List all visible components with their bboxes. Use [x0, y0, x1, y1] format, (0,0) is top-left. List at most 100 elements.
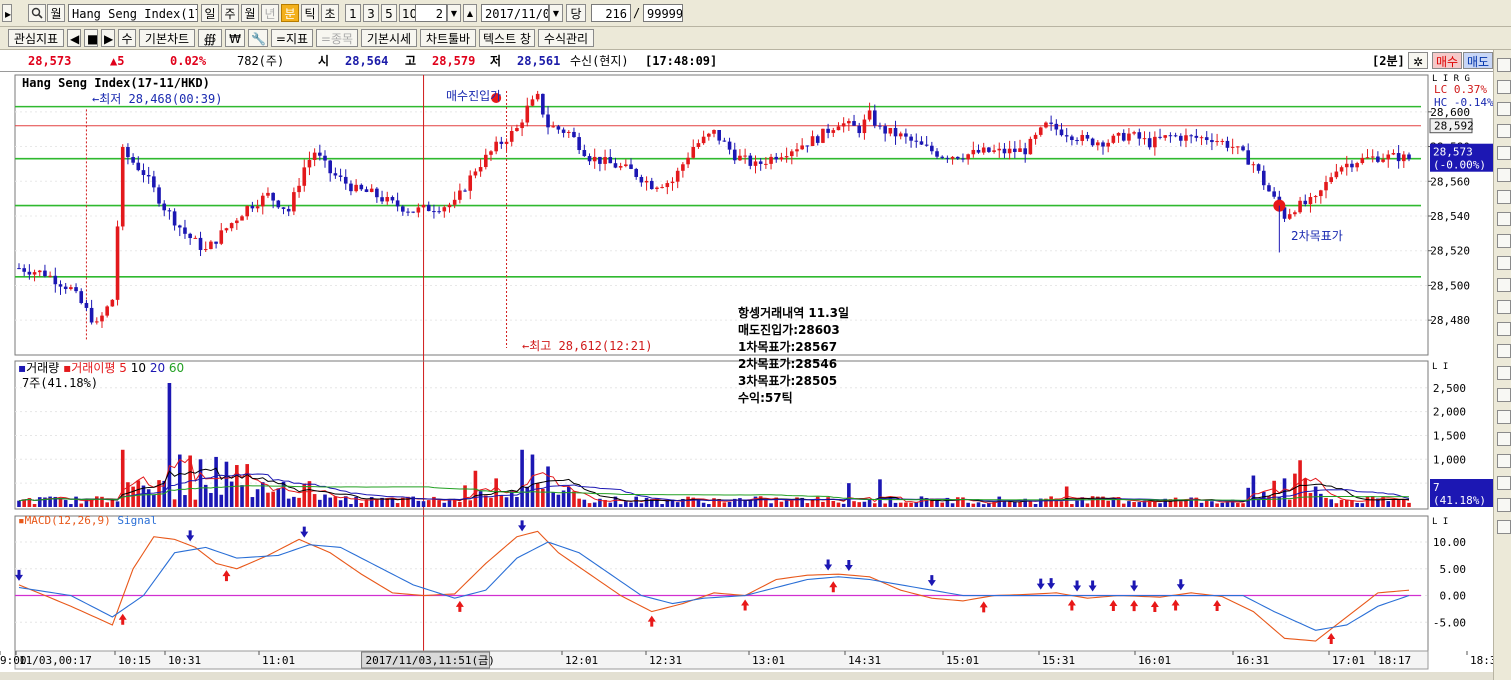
volume-bar: [1370, 496, 1375, 507]
volume-bar: [312, 494, 317, 507]
volume-bar: [224, 461, 229, 507]
volume-bar: [940, 502, 945, 507]
toolbar2-button-6[interactable]: ∰: [198, 29, 222, 47]
buy-button[interactable]: 매수: [1432, 52, 1462, 69]
side-tool-icon-19[interactable]: [1497, 476, 1511, 490]
toolbar2-button-2[interactable]: ■: [84, 29, 98, 47]
count-input[interactable]: 216: [591, 4, 631, 22]
gear-icon: ✲: [1412, 55, 1424, 69]
hc-label: HC -0.14%: [1434, 96, 1494, 109]
interval-button-1[interactable]: 1: [345, 4, 361, 22]
toolbar2-button-9[interactable]: =지표: [271, 29, 313, 47]
candle-body: [281, 207, 286, 209]
side-tool-icon-6[interactable]: [1497, 190, 1511, 204]
interval-button-3[interactable]: 3: [363, 4, 379, 22]
side-tool-icon-5[interactable]: [1497, 168, 1511, 182]
side-tool-icon-0[interactable]: [1497, 58, 1511, 72]
volume-bar: [1386, 501, 1391, 507]
interval-button-5[interactable]: 5: [381, 4, 397, 22]
count-max: 99999: [643, 4, 683, 22]
volume-bar: [955, 497, 960, 507]
period-button-1[interactable]: 주: [221, 4, 239, 22]
date-dropdown[interactable]: ▼: [549, 4, 563, 22]
toolbar2-button-7[interactable]: ₩: [225, 29, 245, 47]
toolbar2-button-5[interactable]: 기본차트: [139, 29, 195, 47]
toolbar2-button-13[interactable]: 텍스트 창: [479, 29, 535, 47]
candle-body: [841, 123, 846, 127]
side-tool-icon-2[interactable]: [1497, 102, 1511, 116]
side-tool-icon-7[interactable]: [1497, 212, 1511, 226]
volume-bar: [255, 489, 260, 507]
volume-bar: [359, 503, 364, 507]
toolbar2-button-8[interactable]: 🔧: [248, 29, 268, 47]
candle-body: [639, 176, 644, 183]
toolbar2-button-10[interactable]: =종목: [316, 29, 358, 47]
candle-body: [1402, 154, 1406, 162]
high-annotation: ←최고 28,612(12:21): [522, 339, 653, 353]
candle-body: [1059, 129, 1064, 136]
side-tool-icon-20[interactable]: [1497, 498, 1511, 512]
side-tool-icon-15[interactable]: [1497, 388, 1511, 402]
symbol-input[interactable]: Hang Seng Index(17-11: [68, 4, 198, 22]
side-tool-icon-4[interactable]: [1497, 146, 1511, 160]
candle-body: [940, 156, 945, 158]
sell-button[interactable]: 매도: [1463, 52, 1493, 69]
interval-input[interactable]: 2: [415, 4, 447, 22]
side-tool-icon-1[interactable]: [1497, 80, 1511, 94]
volume-legend: ▪거래량 ▪거래이평 5 10 20 60: [18, 361, 184, 375]
volume-bar: [183, 495, 187, 507]
side-tool-icon-12[interactable]: [1497, 322, 1511, 336]
search-button[interactable]: [28, 4, 46, 22]
candle-body: [432, 211, 436, 213]
candle-body: [800, 145, 804, 150]
toolbar2-button-4[interactable]: 수: [118, 29, 136, 47]
toolbar2-button-0[interactable]: 관심지표: [8, 29, 64, 47]
candle-body: [447, 204, 452, 208]
volume-bar: [63, 500, 68, 507]
volume-ma-marker-icon: ▪: [63, 361, 72, 375]
interval-stepper[interactable]: ▲: [463, 4, 477, 22]
date-mode-button[interactable]: 당: [566, 4, 586, 22]
side-tool-icon-11[interactable]: [1497, 300, 1511, 314]
date-input[interactable]: 2017/11/03: [481, 4, 549, 22]
candle-body: [494, 141, 498, 152]
interval-dropdown[interactable]: ▼: [447, 4, 461, 22]
side-tool-icon-21[interactable]: [1497, 520, 1511, 534]
period-button-2[interactable]: 월: [241, 4, 259, 22]
period-button-6[interactable]: 초: [321, 4, 339, 22]
side-tool-icon-16[interactable]: [1497, 410, 1511, 424]
x-tick-label: 18:39:00: [0, 654, 26, 667]
side-tool-icon-3[interactable]: [1497, 124, 1511, 138]
candle-body: [1308, 197, 1313, 205]
candle-body: [1350, 163, 1354, 168]
side-tool-icon-14[interactable]: [1497, 366, 1511, 380]
volume-bar: [815, 496, 820, 507]
settings-button[interactable]: ✲: [1408, 52, 1428, 69]
volume-bar: [1137, 502, 1142, 507]
candle-body: [333, 173, 338, 176]
volume-bar: [1298, 460, 1302, 507]
toolbar2-button-3[interactable]: ▶: [101, 29, 115, 47]
toolbar2-button-12[interactable]: 차트툴바: [420, 29, 476, 47]
side-tool-icon-13[interactable]: [1497, 344, 1511, 358]
toolbar-collapse-button[interactable]: ▸: [2, 4, 12, 22]
volume-bar: [1121, 503, 1126, 507]
month-mode-button[interactable]: 월: [47, 4, 65, 22]
toolbar2-button-1[interactable]: ◀: [67, 29, 81, 47]
side-tool-icon-18[interactable]: [1497, 454, 1511, 468]
period-button-0[interactable]: 일: [201, 4, 219, 22]
volume-bar: [504, 497, 509, 507]
volume-bar: [862, 501, 867, 507]
period-button-4[interactable]: 분: [281, 4, 299, 22]
candle-body: [172, 211, 177, 226]
side-tool-icon-8[interactable]: [1497, 234, 1511, 248]
period-button-3[interactable]: 년: [261, 4, 279, 22]
volume-bar: [1173, 497, 1178, 507]
toolbar2-button-14[interactable]: 수식관리: [538, 29, 594, 47]
toolbar2-button-11[interactable]: 기본시세: [361, 29, 417, 47]
period-button-5[interactable]: 틱: [301, 4, 319, 22]
side-tool-icon-10[interactable]: [1497, 278, 1511, 292]
side-tool-icon-17[interactable]: [1497, 432, 1511, 446]
side-tool-icon-9[interactable]: [1497, 256, 1511, 270]
candle-body: [395, 200, 400, 207]
